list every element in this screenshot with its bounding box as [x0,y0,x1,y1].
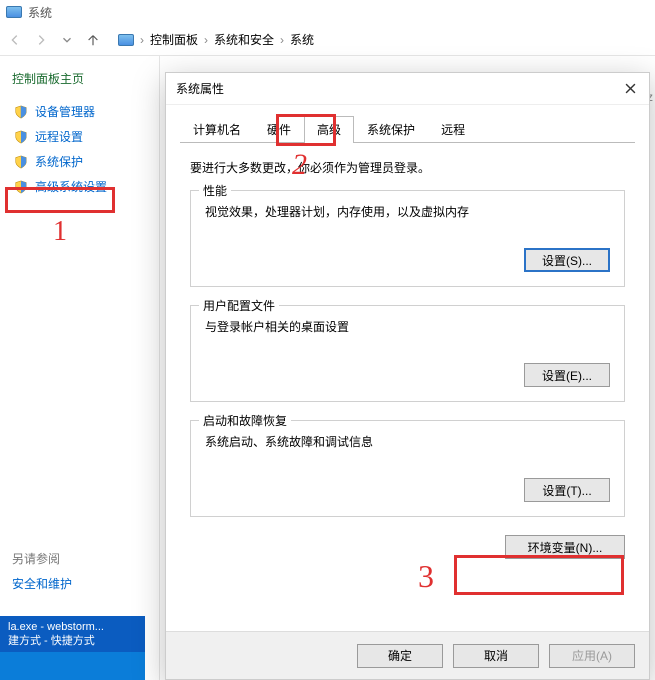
see-also-link[interactable]: 安全和维护 [12,575,72,592]
chevron-right-icon: › [140,33,144,47]
performance-settings-button[interactable]: 设置(S)... [524,248,610,272]
breadcrumb-item[interactable]: 控制面板 [150,31,198,48]
annotation-number-2: 2 [292,148,307,182]
sidebar-item-label: 系统保护 [35,153,83,170]
up-arrow-icon[interactable] [86,33,100,47]
forward-arrow-icon[interactable] [34,33,48,47]
sidebar-home[interactable]: 控制面板主页 [12,70,147,87]
profiles-settings-button[interactable]: 设置(E)... [524,363,610,387]
sidebar-item-label: 高级系统设置 [35,178,107,195]
ok-button[interactable]: 确定 [357,644,443,668]
dialog-titlebar: 系统属性 [166,73,649,105]
shield-icon [14,155,28,169]
see-also-header: 另请参阅 [12,550,72,567]
group-legend: 性能 [199,182,231,199]
titlebar: 系统 [0,0,655,24]
admin-note: 要进行大多数更改，你必须作为管理员登录。 [190,159,627,176]
chevron-right-icon: › [280,33,284,47]
environment-variables-button[interactable]: 环境变量(N)... [505,535,625,559]
tab-system-protection[interactable]: 系统保护 [354,116,428,143]
group-desc: 与登录帐户相关的桌面设置 [205,318,610,335]
tab-hardware[interactable]: 硬件 [254,116,304,143]
close-button[interactable] [617,77,643,99]
breadcrumb: › 控制面板 › 系统和安全 › 系统 [118,31,314,48]
group-desc: 系统启动、系统故障和调试信息 [205,433,610,450]
dialog-title: 系统属性 [176,80,224,97]
cancel-button[interactable]: 取消 [453,644,539,668]
monitor-icon [6,6,22,18]
sidebar-item-system-protection[interactable]: 系统保护 [12,149,147,174]
navbar: › 控制面板 › 系统和安全 › 系统 [0,24,655,56]
dialog-footer: 确定 取消 应用(A) [166,631,649,679]
group-legend: 用户配置文件 [199,297,279,314]
monitor-icon [118,34,134,46]
see-also: 另请参阅 安全和维护 [12,550,72,592]
chevron-right-icon: › [204,33,208,47]
taskbar-fragment: la.exe - webstorm... 建方式 - 快捷方式 [0,616,145,652]
system-properties-dialog: 系统属性 计算机名 硬件 高级 系统保护 远程 要进行大多数更改，你必须作为管理… [165,72,650,680]
group-user-profiles: 用户配置文件 与登录帐户相关的桌面设置 设置(E)... [190,305,625,402]
breadcrumb-item[interactable]: 系统 [290,31,314,48]
group-startup-recovery: 启动和故障恢复 系统启动、系统故障和调试信息 设置(T)... [190,420,625,517]
sidebar: 控制面板主页 设备管理器 远程设置 系统保护 高级系统设置 另请参阅 安全和维护 [0,56,160,680]
sidebar-item-label: 远程设置 [35,128,83,145]
apply-button[interactable]: 应用(A) [549,644,635,668]
tab-remote[interactable]: 远程 [428,116,478,143]
shield-icon [14,180,28,194]
dialog-body: 要进行大多数更改，你必须作为管理员登录。 性能 视觉效果，处理器计划，内存使用，… [166,143,649,631]
annotation-number-3: 3 [418,558,434,595]
tab-advanced[interactable]: 高级 [304,116,354,143]
shield-icon [14,130,28,144]
tab-strip: 计算机名 硬件 高级 系统保护 远程 [180,115,635,143]
tab-computer-name[interactable]: 计算机名 [180,116,254,143]
group-desc: 视觉效果，处理器计划，内存使用，以及虚拟内存 [205,203,610,220]
group-performance: 性能 视觉效果，处理器计划，内存使用，以及虚拟内存 设置(S)... [190,190,625,287]
shield-icon [14,105,28,119]
sidebar-item-device-manager[interactable]: 设备管理器 [12,99,147,124]
window-title: 系统 [28,4,52,21]
taskbar-line: 建方式 - 快捷方式 [8,634,137,648]
sidebar-item-remote-settings[interactable]: 远程设置 [12,124,147,149]
sidebar-item-label: 设备管理器 [35,103,95,120]
breadcrumb-item[interactable]: 系统和安全 [214,31,274,48]
taskbar-bg [0,652,145,680]
sidebar-item-advanced-system-settings[interactable]: 高级系统设置 [12,174,147,199]
recent-chevron-icon[interactable] [60,33,74,47]
group-legend: 启动和故障恢复 [199,412,291,429]
taskbar-line: la.exe - webstorm... [8,620,137,634]
annotation-number-1: 1 [53,216,67,248]
startup-settings-button[interactable]: 设置(T)... [524,478,610,502]
back-arrow-icon[interactable] [8,33,22,47]
